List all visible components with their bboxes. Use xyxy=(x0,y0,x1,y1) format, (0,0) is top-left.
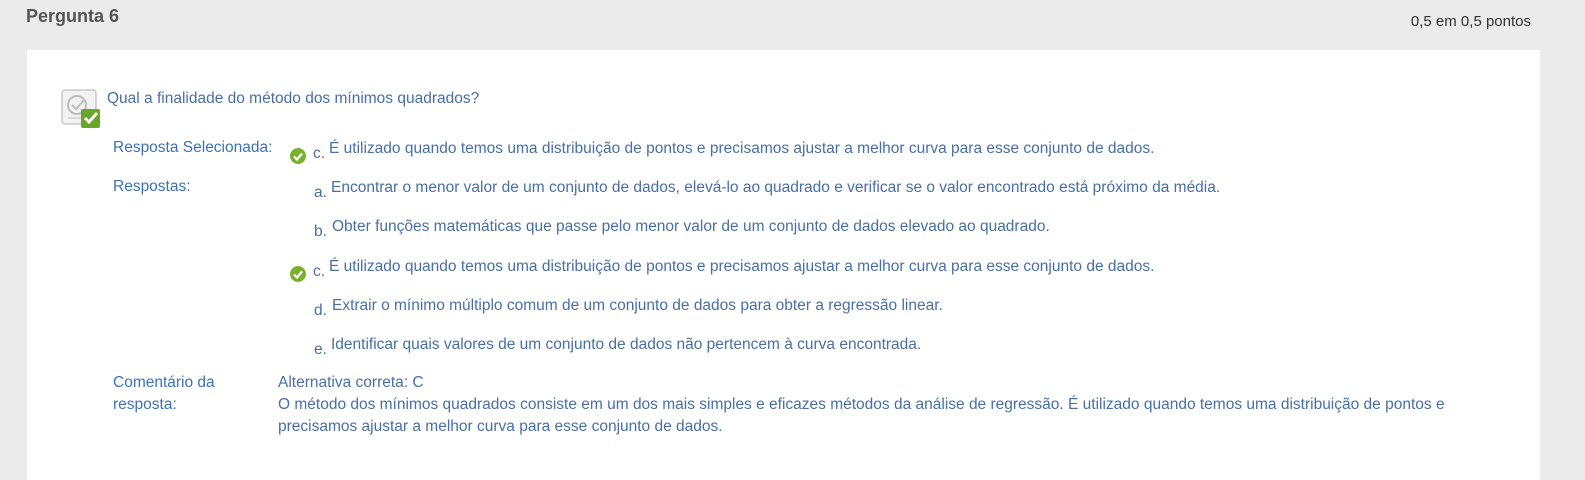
comment-label-line2: resposta: xyxy=(113,396,177,413)
comment-body: O método dos mínimos quadrados consiste … xyxy=(278,396,1445,435)
comment-label: Comentário da resposta: xyxy=(113,372,215,416)
option-text: Encontrar o menor valor de um conjunto d… xyxy=(331,179,1221,196)
option-text: É utilizado quando temos uma distribuiçã… xyxy=(329,258,1155,275)
option-letter: d. xyxy=(314,302,327,319)
selected-answer-letter: c. xyxy=(313,145,326,162)
question-text: Qual a finalidade do método dos mínimos … xyxy=(107,90,480,107)
question-card: Qual a finalidade do método dos mínimos … xyxy=(27,50,1540,480)
question-points: 0,5 em 0,5 pontos xyxy=(1410,13,1531,30)
correct-check-icon xyxy=(290,148,306,164)
comment-label-line1: Comentário da xyxy=(113,374,215,391)
answers-label: Respostas: xyxy=(113,178,191,195)
option-text: Identificar quais valores de um conjunto… xyxy=(331,336,922,353)
question-header: Pergunta 6 0,5 em 0,5 pontos xyxy=(0,0,1585,50)
correct-alternative: Alternativa correta: C xyxy=(278,374,424,391)
question-title: Pergunta 6 xyxy=(26,6,120,26)
option-letter: a. xyxy=(314,184,327,201)
selected-answer-text: É utilizado quando temos uma distribuiçã… xyxy=(329,140,1155,157)
selected-answer-label: Resposta Selecionada: xyxy=(113,139,273,156)
comment-content: Alternativa correta: C O método dos míni… xyxy=(278,372,1488,438)
correct-question-icon xyxy=(59,88,103,132)
option-text: Obter funções matemáticas que passe pelo… xyxy=(332,218,1050,235)
option-text: Extrair o mínimo múltiplo comum de um co… xyxy=(332,297,943,314)
correct-check-icon xyxy=(290,266,306,282)
option-letter: c. xyxy=(313,263,326,280)
option-letter: b. xyxy=(314,223,327,240)
option-letter: e. xyxy=(314,341,327,358)
